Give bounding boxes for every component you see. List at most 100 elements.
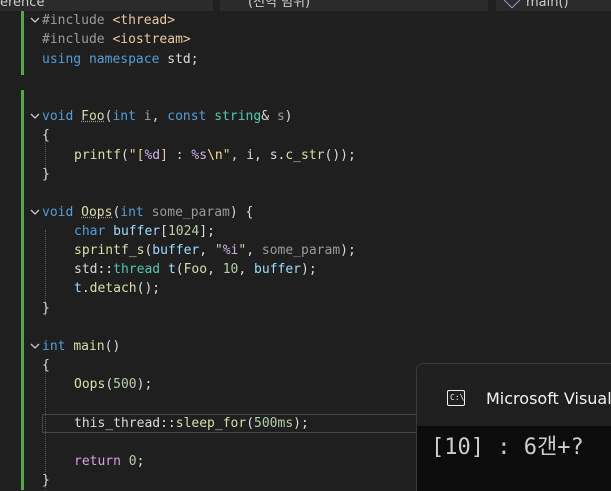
console-output: [10] : 6갠+? (431, 435, 584, 460)
token: int (112, 109, 136, 124)
token: (); (136, 281, 161, 296)
code-line: char buffer[1024]; (0, 222, 611, 241)
token: using (42, 52, 82, 67)
method-icon (503, 0, 521, 9)
tab-label: erence (0, 0, 45, 10)
token: 500 (113, 377, 137, 392)
token: sleep_for (175, 416, 247, 431)
token: %s (191, 148, 208, 163)
token: ( (105, 377, 114, 392)
token: void (42, 205, 74, 220)
console-title-bar[interactable]: C:\ Microsoft Visual Studio Debug Consol… (417, 364, 611, 426)
token: 500ms (254, 416, 294, 431)
member-label: main() (526, 0, 569, 10)
code-line: void Foo(int i, const string& s) (0, 107, 611, 126)
token: return (74, 454, 121, 469)
scope-label: (전역 범위) (248, 0, 311, 10)
member-dropdown[interactable]: main() (496, 0, 611, 11)
token: buffer (152, 243, 200, 258)
token: { (42, 128, 50, 143)
code-line: void Oops(int some_param) { (0, 203, 611, 222)
token: <thread> (112, 13, 176, 28)
token: & (261, 109, 277, 124)
token: %i (222, 243, 239, 258)
token: this_thread (74, 416, 161, 431)
token: detach (89, 281, 137, 296)
token: , (207, 262, 223, 277)
token: . (81, 281, 90, 296)
console-title: Microsoft Visual Studio Debug Console (486, 389, 611, 408)
token: ) (284, 109, 293, 124)
token: string (214, 109, 262, 124)
token: ; (136, 454, 145, 469)
code-line: int main() (0, 337, 611, 356)
token: Foo (81, 109, 105, 124)
token: ); (136, 377, 153, 392)
token: :: (160, 416, 176, 431)
token: " (214, 243, 223, 258)
token: Foo (183, 262, 208, 277)
token: some_param (151, 205, 230, 220)
token: buffer (254, 262, 302, 277)
token: , (246, 243, 262, 258)
tab-solution-explorer[interactable]: erence (0, 0, 213, 11)
collapse-chevron-icon[interactable] (29, 340, 41, 352)
token: "[ (128, 148, 145, 163)
token: const (167, 109, 207, 124)
token: ( (246, 416, 255, 431)
token: t (167, 262, 176, 277)
code-line: { (0, 126, 611, 145)
token: } (42, 301, 50, 316)
token: { (42, 358, 50, 373)
token: namespace (88, 52, 160, 67)
token: Oops (81, 205, 113, 220)
collapse-chevron-icon[interactable] (29, 206, 41, 218)
token: thread (113, 262, 161, 277)
document-tab-strip: erence (전역 범위) main() (0, 0, 611, 11)
token: \n (207, 148, 223, 163)
token: } (42, 473, 50, 488)
token: #include (42, 32, 113, 47)
collapse-chevron-icon[interactable] (29, 14, 41, 26)
console-icon-text: C:\ (450, 393, 465, 402)
scope-dropdown[interactable]: (전역 범위) (220, 0, 488, 11)
token: ); (301, 262, 317, 277)
code-line: } (0, 299, 611, 318)
token: () (104, 339, 121, 354)
token: std (74, 262, 98, 277)
code-line: std::thread t(Foo, 10, buffer); (0, 260, 611, 279)
token: std; (159, 52, 199, 67)
token: main (73, 339, 105, 354)
token: c_str (285, 148, 325, 163)
debug-console-window[interactable]: C:\ Microsoft Visual Studio Debug Consol… (416, 363, 611, 491)
collapse-chevron-icon[interactable] (29, 110, 41, 122)
token: [ (160, 224, 168, 239)
token: , (238, 262, 255, 277)
token: ); (340, 243, 356, 258)
token: ()); (324, 148, 356, 163)
token: ( (175, 262, 184, 277)
token: Oops (74, 377, 106, 392)
token: void (42, 109, 74, 124)
token: printf (74, 148, 121, 163)
token: char (74, 224, 106, 239)
token: i (143, 109, 152, 124)
token: :: (97, 262, 114, 277)
code-line: using namespace std; (0, 50, 611, 69)
token: s (276, 109, 285, 124)
token: ) { (229, 205, 254, 220)
token: , i, s. (230, 148, 286, 163)
console-icon: C:\ (447, 390, 465, 406)
code-line: printf("[%d] : %s\n", i, s.c_str()); (0, 146, 611, 165)
token: , (199, 243, 215, 258)
token: #include (42, 13, 113, 28)
token: t (74, 281, 82, 296)
token: ( (120, 148, 129, 163)
